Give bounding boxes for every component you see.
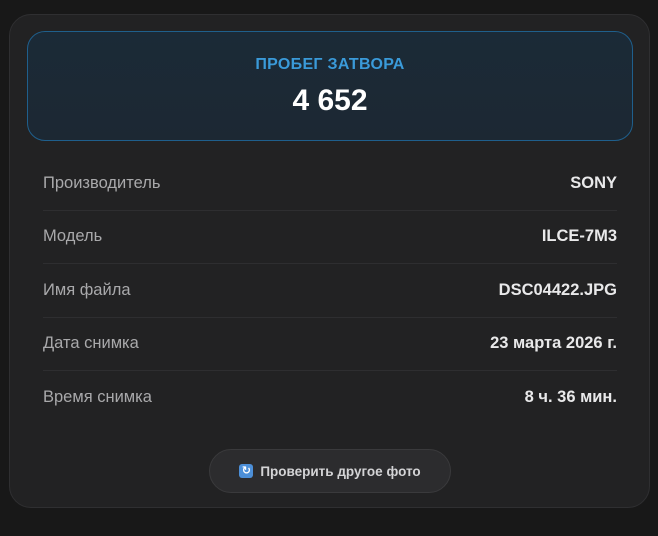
refresh-icon: ↻ [239,464,254,478]
detail-row-date: Дата снимка 23 марта 2026 г. [43,318,617,371]
shutter-count-panel: ПРОБЕГ ЗАТВОРА 4 652 [27,31,633,141]
detail-row-manufacturer: Производитель SONY [43,157,617,211]
detail-label: Модель [43,227,103,246]
detail-value: ILCE-7M3 [541,227,617,246]
detail-value: 8 ч. 36 мин. [524,388,617,407]
detail-row-model: Модель ILCE-7M3 [43,211,617,264]
detail-label: Имя файла [43,280,131,299]
detail-label: Дата снимка [43,334,139,353]
result-card: ПРОБЕГ ЗАТВОРА 4 652 Производитель SONY … [9,14,650,508]
detail-value: DSC04422.JPG [498,280,617,299]
shutter-count-label: ПРОБЕГ ЗАТВОРА [255,56,405,73]
check-another-photo-button[interactable]: ↻ Проверить другое фото [209,449,451,493]
detail-value: 23 марта 2026 г. [490,334,617,353]
detail-label: Производитель [43,173,161,192]
detail-value: SONY [570,173,617,192]
detail-label: Время снимка [43,388,152,407]
check-another-photo-label: Проверить другое фото [260,463,421,479]
shutter-count-value: 4 652 [292,84,368,117]
exif-details-list: Производитель SONY Модель ILCE-7M3 Имя ф… [43,157,617,425]
detail-row-filename: Имя файла DSC04422.JPG [43,264,617,318]
detail-row-time: Время снимка 8 ч. 36 мин. [43,371,617,425]
